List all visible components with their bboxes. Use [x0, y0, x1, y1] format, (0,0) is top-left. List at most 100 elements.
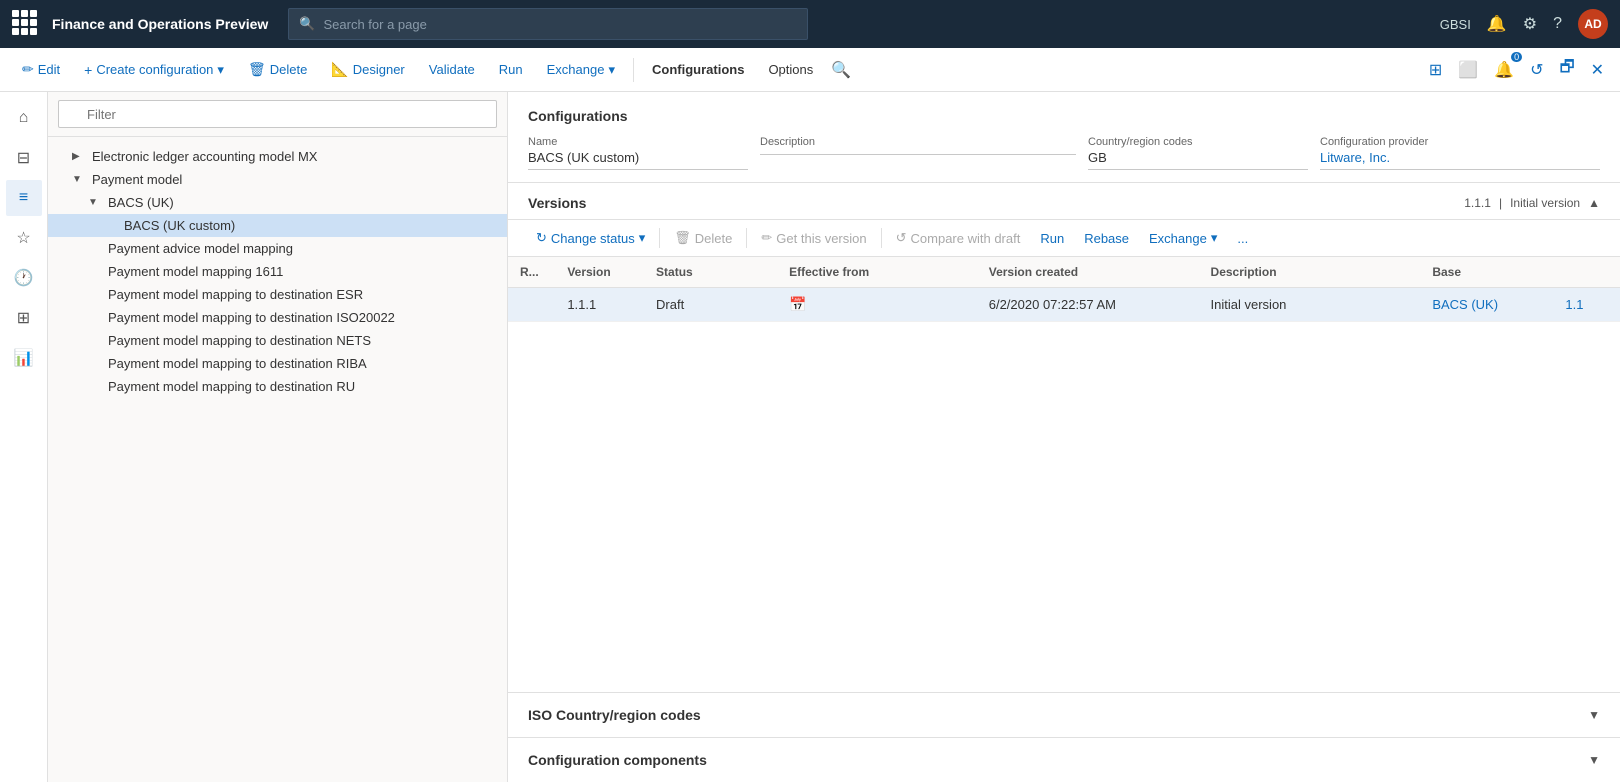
- close-icon[interactable]: ✕: [1587, 56, 1608, 84]
- content-header: Configurations Name BACS (UK custom) Des…: [508, 92, 1620, 183]
- country-value: GB: [1088, 150, 1308, 170]
- settings-icon[interactable]: ⚙: [1523, 14, 1537, 34]
- versions-more-button[interactable]: ...: [1229, 227, 1256, 250]
- versions-delete-button[interactable]: 🗑 Delete: [666, 226, 740, 250]
- col-header-description[interactable]: Description: [1199, 257, 1421, 288]
- grid-settings-icon[interactable]: ⊞: [1425, 56, 1446, 84]
- compare-with-draft-button[interactable]: ↺ Compare with draft: [888, 226, 1029, 250]
- delete-button[interactable]: 🗑 Delete: [238, 57, 317, 82]
- table-header-row: R... Version Status Effective from Versi…: [508, 257, 1620, 288]
- versions-badge-version: 1.1.1: [1464, 196, 1491, 210]
- versions-table: R... Version Status Effective from Versi…: [508, 257, 1620, 322]
- versions-section: Versions 1.1.1 | Initial version ▲ ↻ Cha…: [508, 183, 1620, 692]
- expand-icon[interactable]: ⬜: [1454, 56, 1482, 84]
- col-header-effective[interactable]: Effective from: [777, 257, 977, 288]
- sidebar-filter-icon[interactable]: ⊟: [6, 140, 42, 176]
- config-components-section[interactable]: Configuration components ▼: [508, 737, 1620, 782]
- change-status-button[interactable]: ↻ Change status ▾: [528, 226, 653, 250]
- col-header-r: R...: [508, 257, 555, 288]
- search-toolbar-icon[interactable]: 🔍: [831, 60, 851, 80]
- provider-value[interactable]: Litware, Inc.: [1320, 150, 1600, 170]
- tree-panel: 🔍 ▶ Electronic ledger accounting model M…: [48, 92, 508, 782]
- notification-icon[interactable]: 🔔: [1487, 14, 1507, 34]
- config-components-title: Configuration components: [528, 752, 1588, 768]
- get-this-version-button[interactable]: ✏ Get this version: [753, 226, 874, 250]
- app-title: Finance and Operations Preview: [52, 16, 268, 32]
- versions-header: Versions 1.1.1 | Initial version ▲: [508, 183, 1620, 220]
- cell-version: 1.1.1: [555, 288, 644, 322]
- col-header-created[interactable]: Version created: [977, 257, 1199, 288]
- search-icon: 🔍: [299, 16, 315, 32]
- tree-item-bacs-uk[interactable]: ▼ BACS (UK): [48, 191, 507, 214]
- tree-item-mapping-riba[interactable]: Payment model mapping to destination RIB…: [48, 352, 507, 375]
- tree-item-bacs-uk-custom[interactable]: BACS (UK custom): [48, 214, 507, 237]
- tree-item-electronic-ledger[interactable]: ▶ Electronic ledger accounting model MX: [48, 145, 507, 168]
- create-configuration-button[interactable]: + Create configuration ▾: [74, 58, 234, 82]
- sidebar-icons: ⌂ ⊟ ≡ ☆ 🕐 ⊞ 📊: [0, 92, 48, 782]
- change-status-icon: ↻: [536, 230, 547, 246]
- vtb-separator-2: [746, 228, 747, 248]
- edit-icon: ✏: [22, 61, 34, 78]
- tree-item-mapping-nets[interactable]: Payment model mapping to destination NET…: [48, 329, 507, 352]
- col-header-base[interactable]: Base: [1420, 257, 1553, 288]
- validate-button[interactable]: Validate: [419, 58, 485, 81]
- chevron-down-icon: ▾: [217, 62, 224, 78]
- configurations-title: Configurations: [528, 108, 1600, 124]
- versions-exchange-button[interactable]: Exchange ▾: [1141, 226, 1225, 250]
- avatar[interactable]: AD: [1578, 9, 1608, 39]
- sidebar-home-icon[interactable]: ⌂: [6, 100, 42, 136]
- app-grid-icon[interactable]: [12, 10, 40, 38]
- cell-created: 6/2/2020 07:22:57 AM: [977, 288, 1199, 322]
- cell-base[interactable]: BACS (UK): [1420, 288, 1553, 322]
- col-header-status[interactable]: Status: [644, 257, 777, 288]
- edit-button[interactable]: ✏ Edit: [12, 57, 70, 82]
- tree-item-payment-advice[interactable]: Payment advice model mapping: [48, 237, 507, 260]
- tree-item-payment-model[interactable]: ▼ Payment model: [48, 168, 507, 191]
- tree-filter-input[interactable]: [58, 100, 497, 128]
- help-icon[interactable]: ?: [1553, 15, 1562, 33]
- cell-description: Initial version: [1199, 288, 1421, 322]
- versions-chevron-icon[interactable]: ▲: [1588, 196, 1600, 210]
- tree-content: ▶ Electronic ledger accounting model MX …: [48, 137, 507, 782]
- sidebar-clock-icon[interactable]: 🕐: [6, 260, 42, 296]
- tree-item-mapping-esr[interactable]: Payment model mapping to destination ESR: [48, 283, 507, 306]
- notification-badge-icon[interactable]: 🔔0: [1490, 56, 1518, 84]
- search-input[interactable]: [323, 17, 797, 32]
- calendar-icon[interactable]: 📅: [789, 296, 806, 312]
- table-row[interactable]: 1.1.1 Draft 📅 6/2/2020 07:22:57 AM Initi…: [508, 288, 1620, 322]
- sidebar-grid-icon[interactable]: ⊞: [6, 300, 42, 336]
- tree-item-mapping-ru[interactable]: Payment model mapping to destination RU: [48, 375, 507, 398]
- trash-icon: 🗑: [674, 230, 691, 246]
- add-icon: +: [84, 62, 92, 78]
- chevron-down-icon: ▾: [639, 230, 646, 246]
- run-button[interactable]: Run: [489, 58, 533, 81]
- configurations-tab[interactable]: Configurations: [642, 58, 754, 81]
- exchange-button[interactable]: Exchange ▾: [537, 58, 625, 82]
- main-layout: ⌂ ⊟ ≡ ☆ 🕐 ⊞ 📊 🔍 ▶ Electronic ledger acco…: [0, 92, 1620, 782]
- sidebar-star-icon[interactable]: ☆: [6, 220, 42, 256]
- restore-icon[interactable]: 🗗: [1556, 52, 1579, 87]
- expand-icon: ▶: [72, 151, 88, 162]
- versions-table-scroll: R... Version Status Effective from Versi…: [508, 257, 1620, 322]
- search-bar[interactable]: 🔍: [288, 8, 808, 40]
- options-tab[interactable]: Options: [758, 58, 823, 81]
- tree-item-mapping-1611[interactable]: Payment model mapping 1611: [48, 260, 507, 283]
- sidebar-report-icon[interactable]: 📊: [6, 340, 42, 376]
- col-header-version[interactable]: Version: [555, 257, 644, 288]
- versions-badge-label: Initial version: [1510, 196, 1580, 210]
- cell-basever[interactable]: 1.1: [1553, 288, 1620, 322]
- sidebar-list-icon[interactable]: ≡: [6, 180, 42, 216]
- tree-item-mapping-iso20022[interactable]: Payment model mapping to destination ISO…: [48, 306, 507, 329]
- country-label: Country/region codes: [1088, 136, 1308, 148]
- cell-effective: 📅: [777, 288, 977, 322]
- top-bar: Finance and Operations Preview 🔍 GBSI 🔔 …: [0, 0, 1620, 48]
- refresh-icon[interactable]: ↺: [1526, 56, 1547, 84]
- user-code: GBSI: [1440, 17, 1471, 32]
- description-label: Description: [760, 136, 1076, 148]
- rebase-button[interactable]: Rebase: [1076, 227, 1137, 250]
- meta-name: Name BACS (UK custom): [528, 136, 748, 170]
- iso-section-title: ISO Country/region codes: [528, 707, 1588, 723]
- designer-button[interactable]: 📐 Designer: [321, 57, 414, 82]
- versions-run-button[interactable]: Run: [1032, 227, 1072, 250]
- iso-section[interactable]: ISO Country/region codes ▼: [508, 692, 1620, 737]
